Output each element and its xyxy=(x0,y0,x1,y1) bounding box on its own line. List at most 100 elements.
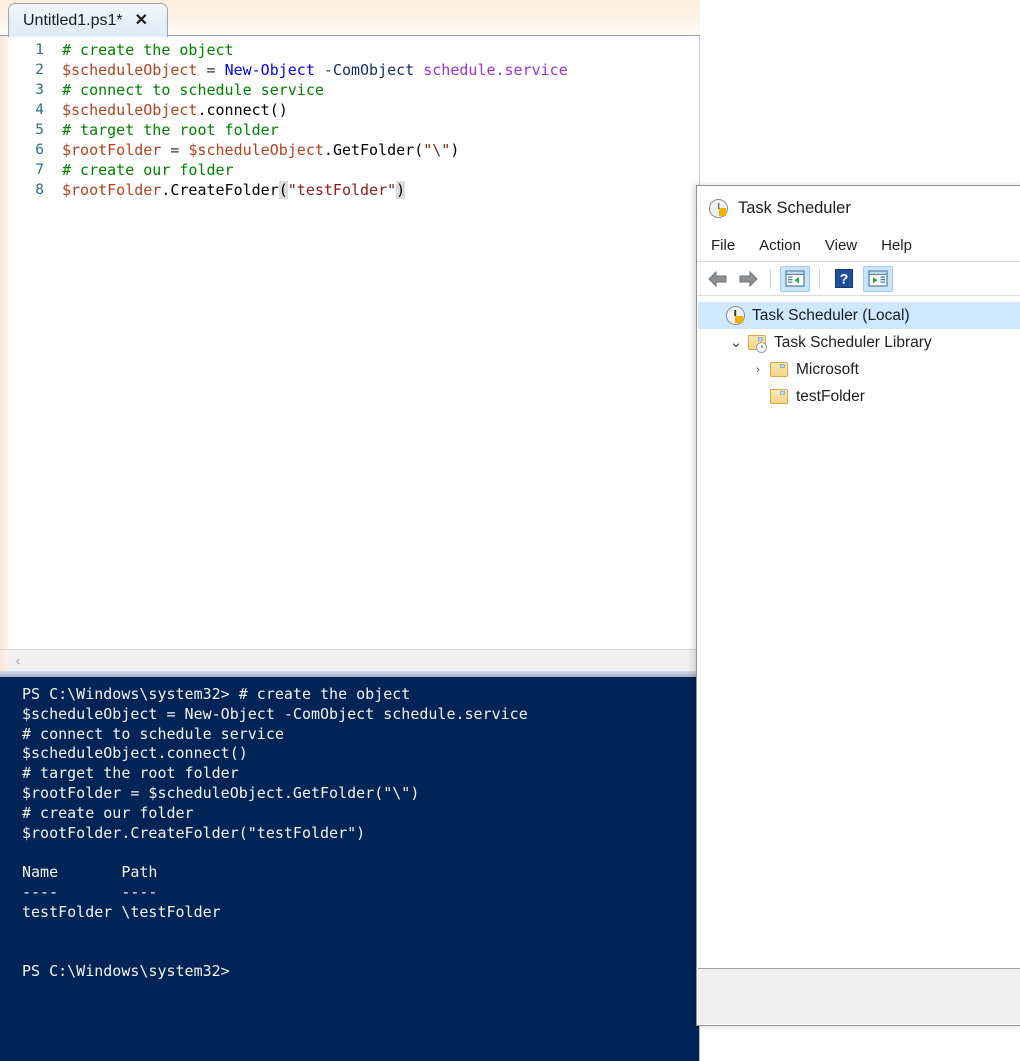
code-token: # create our folder xyxy=(62,161,234,179)
code-text: $rootFolder.CreateFolder("testFolder") xyxy=(62,180,406,200)
code-line: 4 $scheduleObject.connect() xyxy=(8,100,699,120)
powershell-ise-window: Untitled1.ps1* ✕ 1 # create the object 2 $s… xyxy=(0,0,700,1061)
code-token: () xyxy=(269,101,288,119)
console-line: ---- ---- xyxy=(22,882,158,901)
tree-item-task-scheduler-library[interactable]: ⌄ Task Scheduler Library xyxy=(698,329,1020,356)
line-number: 3 xyxy=(35,82,44,98)
code-token: = xyxy=(197,61,225,79)
chevron-placeholder xyxy=(704,310,724,322)
code-token: schedule.service xyxy=(423,61,568,79)
toolbar: ? xyxy=(697,262,1020,296)
help-icon[interactable]: ? xyxy=(829,266,859,292)
console-pane[interactable]: PS C:\Windows\system32> # create the obj… xyxy=(0,677,700,1061)
show-action-pane-icon[interactable] xyxy=(863,265,893,292)
toolbar-separator xyxy=(770,268,771,289)
tree-item-task-scheduler-local[interactable]: Task Scheduler (Local) xyxy=(698,302,1020,329)
window-title: Task Scheduler xyxy=(738,198,851,217)
clock-icon xyxy=(724,306,746,325)
folder-icon xyxy=(768,362,790,377)
svg-text:?: ? xyxy=(840,271,849,287)
line-number: 4 xyxy=(35,102,44,118)
console-line: PS C:\Windows\system32> xyxy=(22,962,230,981)
menu-item-view[interactable]: View xyxy=(825,237,857,254)
close-icon[interactable]: ✕ xyxy=(135,12,148,29)
menu-item-file[interactable]: File xyxy=(711,237,735,254)
code-token: ( xyxy=(278,181,288,199)
console-line: # create our folder xyxy=(22,803,194,822)
folder-glyph xyxy=(770,362,788,377)
task-scheduler-tree[interactable]: Task Scheduler (Local) ⌄ Task Scheduler Li… xyxy=(698,298,1020,410)
code-token: "testFolder" xyxy=(287,181,397,199)
forward-arrow-icon[interactable] xyxy=(735,267,761,291)
chevron-placeholder xyxy=(748,391,768,403)
tree-item-label: Task Scheduler Library xyxy=(774,333,932,351)
line-number: 2 xyxy=(35,62,44,78)
editor-horizontal-scrollbar[interactable]: ‹ xyxy=(0,649,700,671)
chevron-right-icon[interactable]: › xyxy=(748,364,768,376)
menu-item-help[interactable]: Help xyxy=(881,237,912,254)
console-line: $scheduleObject = New-Object -ComObject … xyxy=(22,704,528,723)
code-token: ( xyxy=(414,141,424,159)
console-tree-pane[interactable]: Task Scheduler (Local) ⌄ Task Scheduler Li… xyxy=(698,298,1020,968)
code-token: # create the object xyxy=(62,41,234,59)
code-token: $scheduleObject xyxy=(62,101,198,119)
clock-glyph xyxy=(725,306,745,325)
editor-tab-untitled1[interactable]: Untitled1.ps1* ✕ xyxy=(8,3,168,37)
code-token: connect xyxy=(206,101,270,119)
clock-icon xyxy=(709,198,728,218)
console-line: # connect to schedule service xyxy=(22,724,284,743)
chevron-down-icon[interactable]: ⌄ xyxy=(726,335,746,350)
menu-item-action[interactable]: Action xyxy=(759,237,801,254)
folder-glyph xyxy=(748,335,767,353)
chevron-left-icon[interactable]: ‹ xyxy=(8,654,28,667)
editor-left-margin xyxy=(0,36,8,649)
code-line: 2 $scheduleObject = New-Object -ComObject… xyxy=(8,60,699,80)
show-console-tree-icon[interactable] xyxy=(780,265,810,292)
script-editor-pane[interactable]: 1 # create the object 2 $scheduleObject = N… xyxy=(0,36,700,649)
code-line: 7 # create our folder xyxy=(8,160,699,180)
code-token: "\" xyxy=(423,141,451,159)
tree-item-label: Microsoft xyxy=(796,360,859,378)
code-text: # connect to schedule service xyxy=(62,80,324,100)
console-output: PS C:\Windows\system32> # create the obj… xyxy=(22,685,693,982)
console-line: $rootFolder.CreateFolder("testFolder") xyxy=(22,823,366,842)
tree-item-label: testFolder xyxy=(796,387,865,405)
code-token: $rootFolder xyxy=(62,181,162,199)
code-area[interactable]: 1 # create the object 2 $scheduleObject = N… xyxy=(8,40,699,649)
code-line: 3 # connect to schedule service xyxy=(8,80,699,100)
code-line: 6 $rootFolder = $scheduleObject.GetFolder… xyxy=(8,140,699,160)
console-line: testFolder \testFolder xyxy=(22,902,221,921)
code-token: = xyxy=(161,141,189,159)
folder-clock-icon xyxy=(746,335,768,353)
scrollbar-left-margin xyxy=(0,650,8,671)
mini-clock-glyph xyxy=(756,342,767,353)
console-line: $rootFolder = $scheduleObject.GetFolder(… xyxy=(22,783,420,802)
back-arrow-icon[interactable] xyxy=(705,267,731,291)
code-token: . xyxy=(323,141,333,159)
code-token: CreateFolder xyxy=(170,181,279,199)
code-text: # create the object xyxy=(62,40,234,60)
code-text: $scheduleObject = New-Object -ComObject … xyxy=(62,60,568,80)
folder-icon xyxy=(768,389,790,404)
console-line: Name Path xyxy=(22,863,158,882)
task-scheduler-titlebar: Task Scheduler xyxy=(697,186,1020,230)
menu-bar: File Action View Help xyxy=(697,230,1020,262)
editor-tab-strip: Untitled1.ps1* ✕ xyxy=(0,0,700,37)
code-token: # target the root folder xyxy=(62,121,279,139)
toolbar-separator-2 xyxy=(819,268,820,289)
tree-item-testfolder[interactable]: testFolder xyxy=(698,383,1020,410)
code-token: $scheduleObject xyxy=(188,141,324,159)
screen: Untitled1.ps1* ✕ 1 # create the object 2 $s… xyxy=(0,0,1020,1061)
folder-glyph xyxy=(770,389,788,404)
line-number: 6 xyxy=(35,142,44,158)
code-token: -ComObject xyxy=(323,61,415,79)
scrollbar-track[interactable] xyxy=(28,650,699,671)
line-number: 5 xyxy=(35,122,44,138)
console-line: $scheduleObject.connect() xyxy=(22,744,248,763)
tree-item-microsoft[interactable]: › Microsoft xyxy=(698,356,1020,383)
status-bar xyxy=(698,968,1020,1024)
